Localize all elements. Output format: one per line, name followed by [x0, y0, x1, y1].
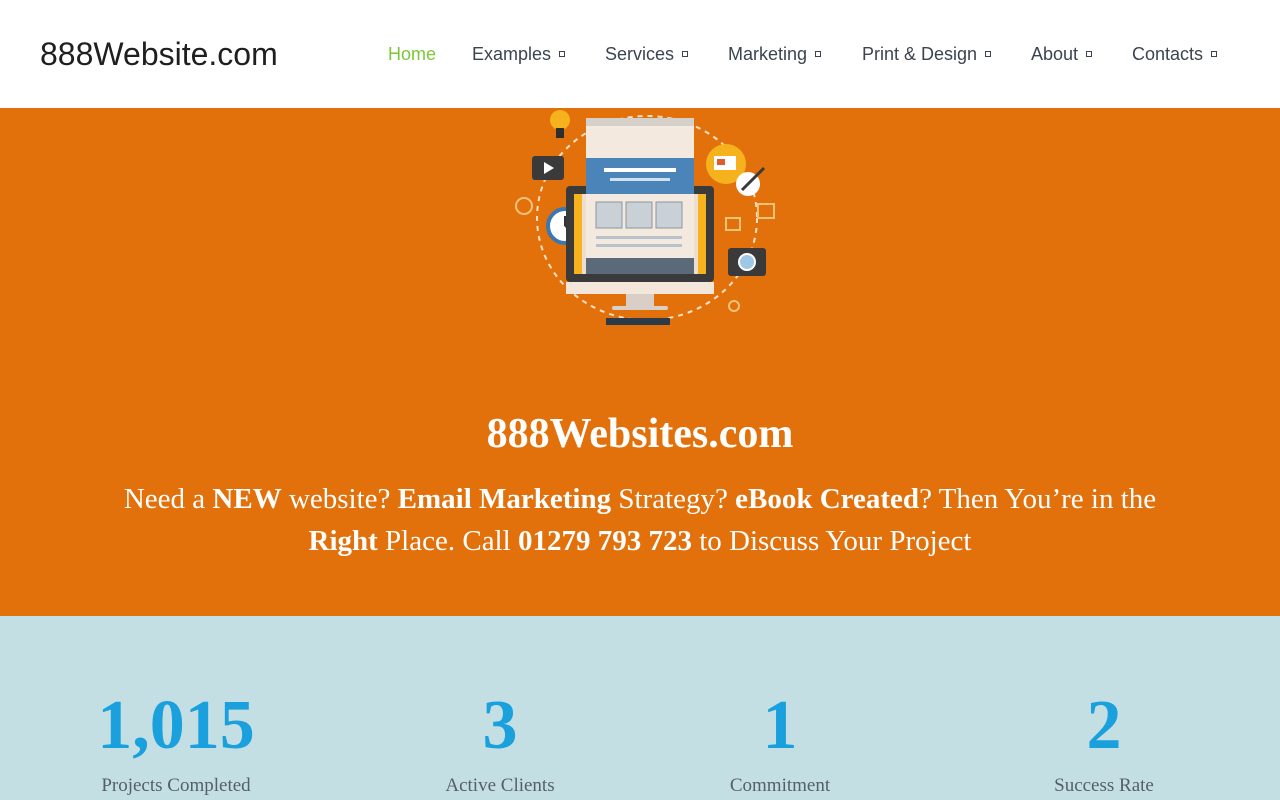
tagline-text: Need a — [123, 483, 213, 515]
nav-item-label: About — [1031, 44, 1079, 64]
tagline-emphasis: NEW — [212, 483, 282, 515]
stat-label: Active Clients — [445, 775, 555, 796]
site-logo[interactable]: 888Website.com — [40, 34, 278, 74]
tagline-emphasis: Right — [308, 525, 378, 557]
tagline-emphasis: 01279 793 723 — [517, 525, 692, 557]
tagline-emphasis: Email Marketing — [397, 483, 612, 515]
nav-item-label: Contacts — [1132, 44, 1204, 64]
tagline-text: ? Then You’re in the — [919, 483, 1157, 515]
stat-number: 1,015 — [97, 687, 255, 764]
tagline-text: to Discuss Your Project — [691, 525, 972, 557]
stat-label: Success Rate — [1054, 775, 1154, 796]
stat-projects-completed: 1,015 Projects Completed — [56, 688, 296, 798]
nav-item-marketing[interactable]: Marketing — [728, 42, 822, 66]
nav-item-examples[interactable]: Examples — [472, 42, 566, 66]
stat-number: 3 — [482, 687, 518, 764]
tagline-text: Place. Call — [377, 525, 518, 557]
stat-active-clients: 3 Active Clients — [380, 688, 620, 798]
nav-item-label: Services — [605, 44, 675, 64]
dropdown-caret-icon — [1086, 51, 1093, 58]
web-design-illustration-icon — [515, 110, 775, 325]
stat-commitment: 1 Commitment — [660, 688, 900, 798]
nav-item-label: Marketing — [728, 44, 808, 64]
hero-tagline: Need a NEW website? Email Marketing Stra… — [90, 478, 1190, 562]
site-header: 888Website.com Home Examples Services Ma… — [0, 0, 1280, 108]
tagline-text: Strategy? — [611, 483, 736, 515]
nav-item-services[interactable]: Services — [605, 42, 689, 66]
dropdown-caret-icon — [682, 51, 689, 58]
nav-item-home[interactable]: Home — [388, 42, 436, 66]
nav-item-about[interactable]: About — [1031, 42, 1093, 66]
nav-item-print-design[interactable]: Print & Design — [862, 42, 992, 66]
hero-section: 888Websites.com Need a NEW website? Emai… — [0, 108, 1280, 616]
dropdown-caret-icon — [559, 51, 566, 58]
nav-item-contacts[interactable]: Contacts — [1132, 42, 1218, 66]
tagline-text: website? — [281, 483, 398, 515]
stat-number: 2 — [1086, 687, 1122, 764]
nav-item-label: Examples — [472, 44, 552, 64]
stat-label: Projects Completed — [101, 775, 251, 796]
nav-item-label: Print & Design — [862, 44, 978, 64]
stat-number: 1 — [762, 687, 798, 764]
nav-item-label: Home — [388, 44, 437, 64]
tagline-emphasis: eBook Created — [735, 483, 920, 515]
stat-label: Commitment — [729, 775, 831, 796]
dropdown-caret-icon — [815, 51, 822, 58]
dropdown-caret-icon — [1211, 51, 1218, 58]
hero-title: 888Websites.com — [486, 411, 794, 457]
stats-section: 1,015 Projects Completed 3 Active Client… — [0, 616, 1280, 800]
stat-success-rate: 2 Success Rate — [984, 688, 1224, 798]
dropdown-caret-icon — [985, 51, 992, 58]
